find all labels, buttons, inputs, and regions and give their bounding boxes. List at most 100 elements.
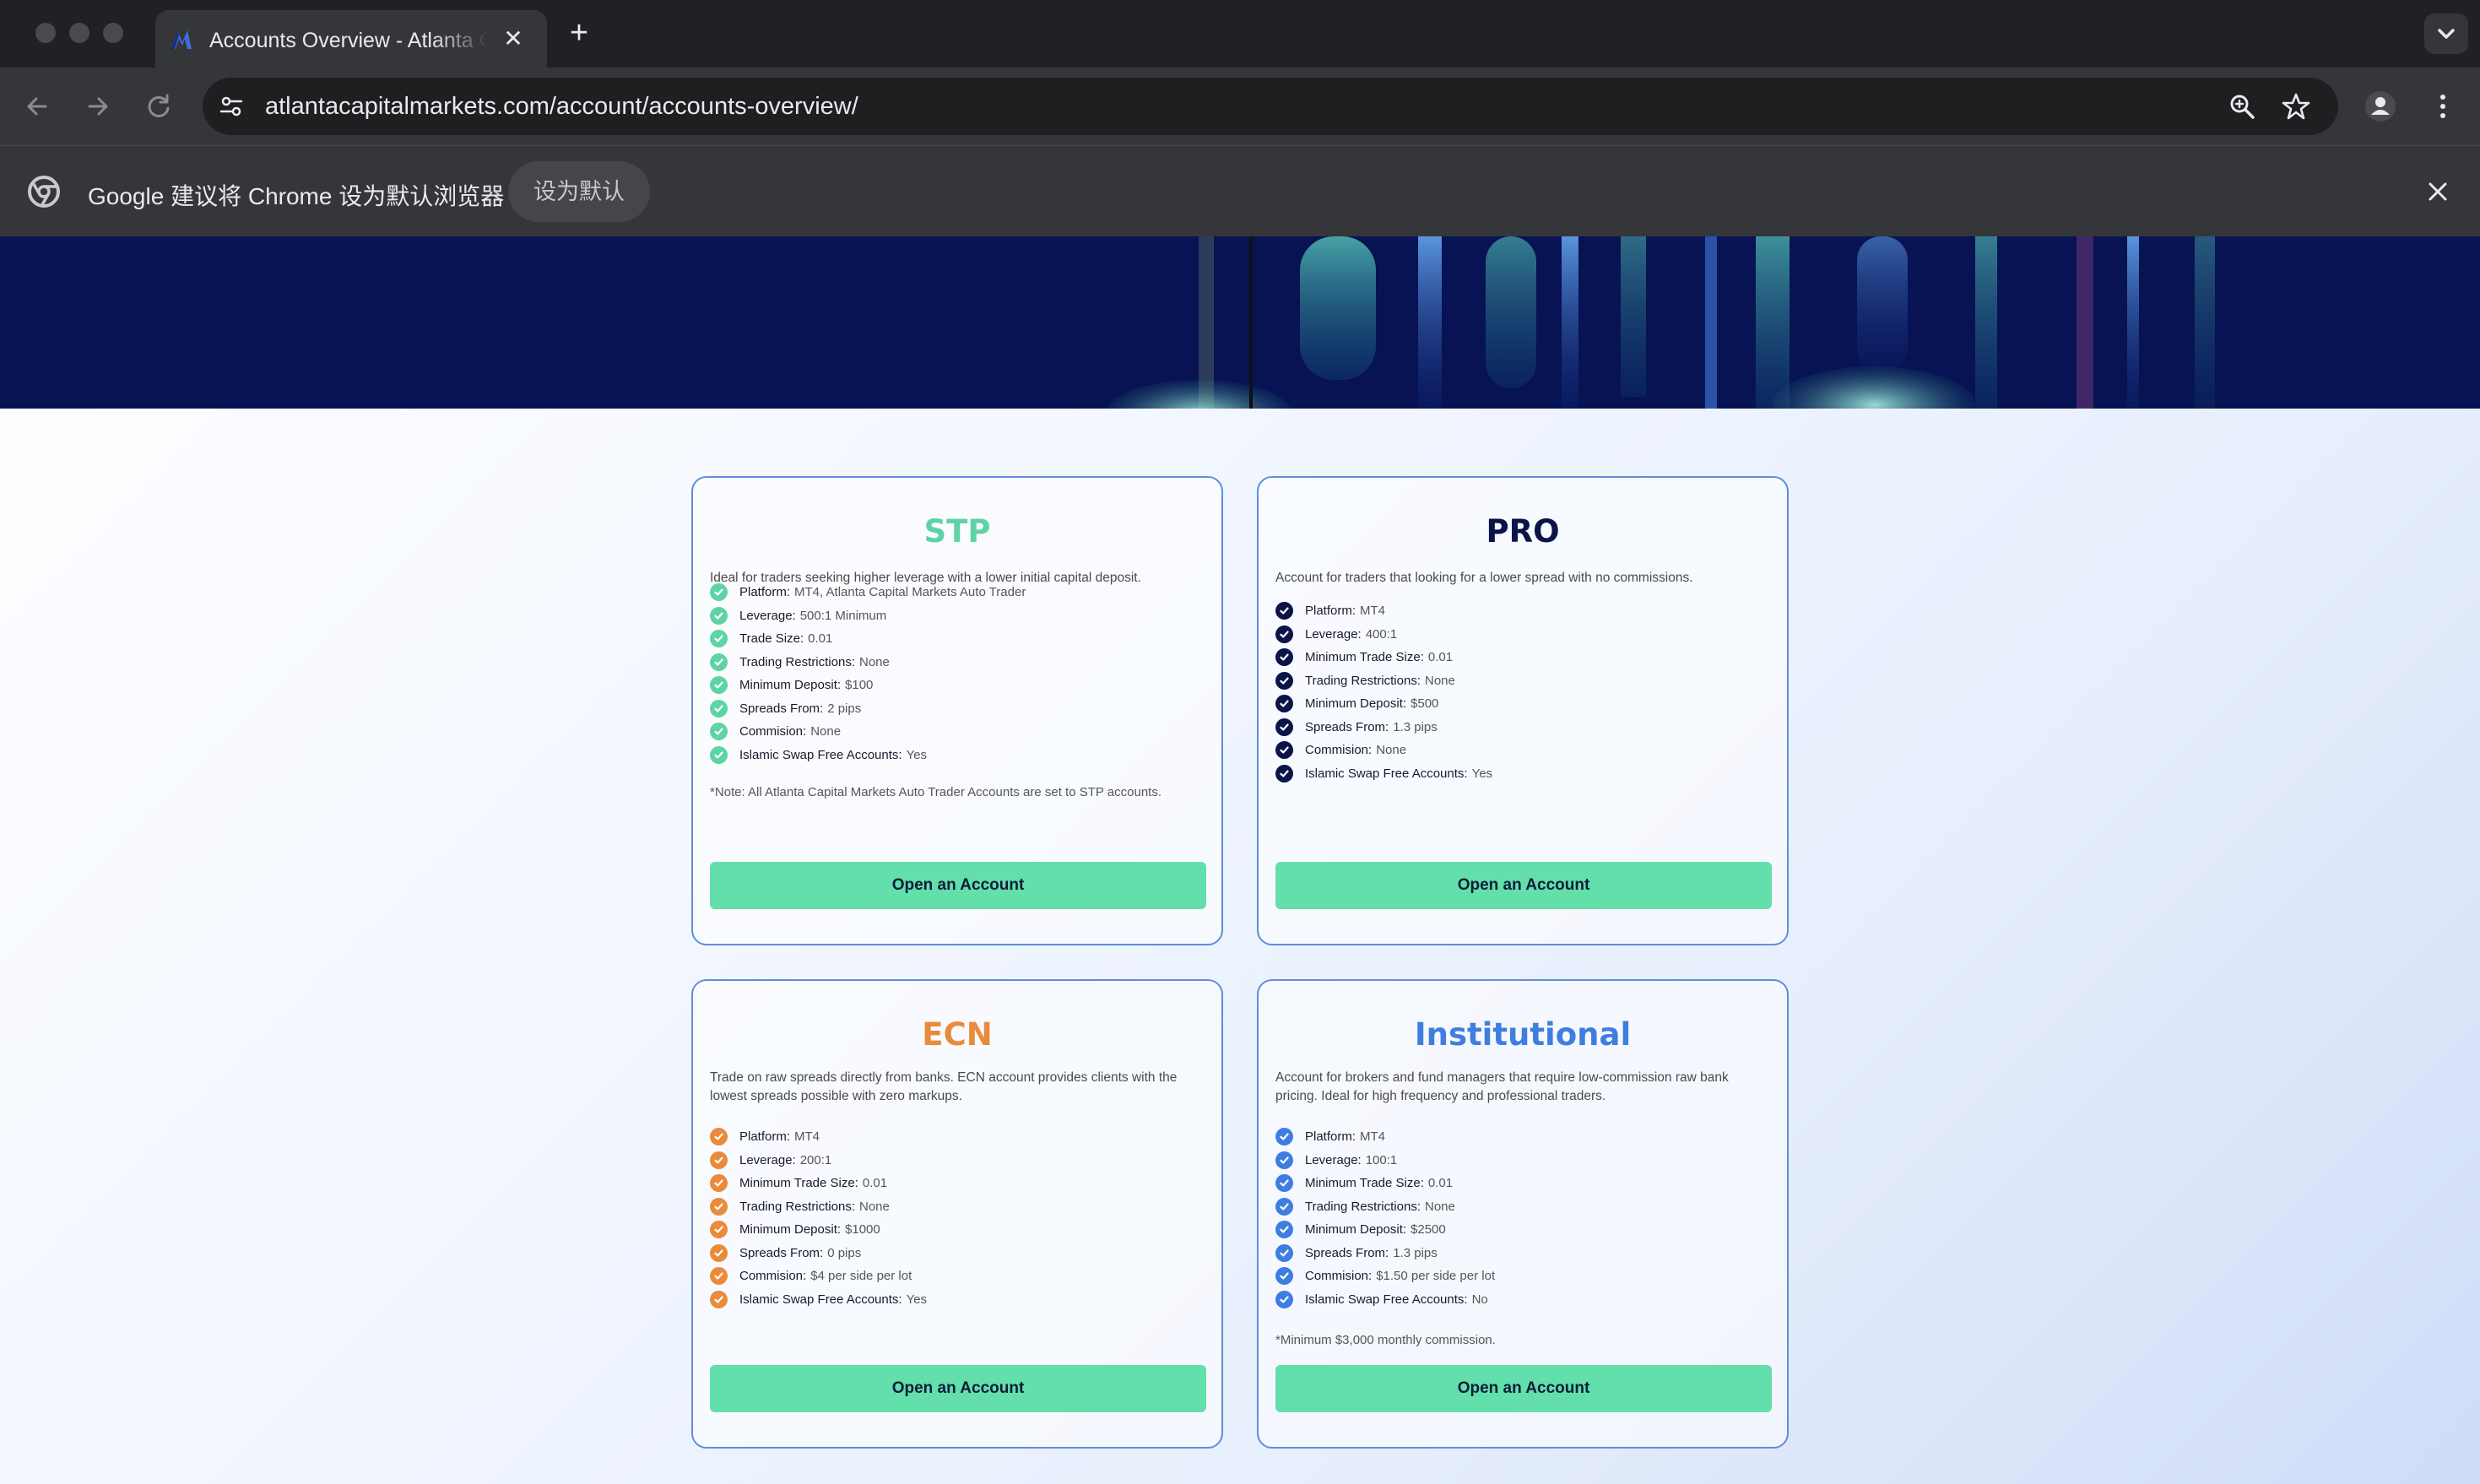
feature-item: Minimum Trade Size: 0.01 [710, 1172, 1208, 1195]
feature-value: 500:1 Minimum [799, 608, 887, 623]
tab-search-button[interactable] [2424, 14, 2468, 54]
feature-list: Platform: MT4 Leverage: 200:1 Minimum Trade … [710, 1125, 1208, 1311]
feature-label: Islamic Swap Free Accounts: [1305, 1292, 1468, 1307]
feature-value: 100:1 [1365, 1152, 1398, 1167]
checkmark-icon [710, 745, 728, 764]
tab-close-icon[interactable]: ✕ [500, 25, 527, 52]
active-tab[interactable]: Accounts Overview - Atlanta Capital Mark… [155, 10, 547, 68]
feature-item: Commision: None [710, 720, 1208, 744]
checkmark-icon [710, 1128, 728, 1146]
feature-value: 0.01 [1427, 650, 1454, 665]
feature-item: Platform: MT4 [1275, 599, 1773, 623]
site-favicon-icon [171, 30, 192, 49]
checkmark-icon [710, 583, 728, 602]
feature-label: Commision: [1305, 743, 1373, 758]
checkmark-icon [1275, 718, 1293, 736]
feature-label: Minimum Deposit: [1305, 1222, 1407, 1238]
feature-label: Platform: [739, 1129, 791, 1145]
feature-value: 0.01 [862, 1176, 888, 1191]
checkmark-icon [1275, 764, 1293, 783]
card-title: STP [923, 513, 991, 550]
feature-item: Leverage: 200:1 [710, 1149, 1208, 1173]
checkmark-icon [710, 723, 728, 741]
checkmark-icon [1275, 1290, 1293, 1308]
checkmark-icon [1275, 1128, 1293, 1146]
card-title: ECN [922, 1016, 993, 1053]
zoom-icon[interactable] [2227, 91, 2257, 122]
card-title: Institutional [1414, 1016, 1632, 1053]
feature-item: Platform: MT4 [1275, 1125, 1773, 1149]
feature-list: Platform: MT4 Leverage: 400:1 Minimum Trade … [1275, 599, 1773, 785]
checkmark-icon [1275, 602, 1293, 620]
feature-value: $1000 [845, 1222, 880, 1238]
feature-item: Trading Restrictions: None [710, 651, 1208, 674]
feature-value: 1.3 pips [1393, 1245, 1438, 1260]
checkmark-icon [1275, 648, 1293, 667]
window-zoom-dot[interactable] [103, 23, 123, 43]
feature-item: Minimum Deposit: $100 [710, 674, 1208, 697]
feature-value: $500 [1411, 696, 1439, 712]
checkmark-icon [710, 1290, 728, 1308]
feature-value: 2 pips [827, 701, 862, 716]
feature-value: None [1425, 673, 1455, 688]
feature-item: Islamic Swap Free Accounts: Yes [710, 744, 1208, 767]
feature-label: Trade Size: [739, 631, 804, 647]
feature-item: Islamic Swap Free Accounts: Yes [710, 1288, 1208, 1312]
infobar-message: Google 建议将 Chrome 设为默认浏览器 [88, 183, 505, 209]
feature-value: No [1471, 1292, 1488, 1307]
browser-toolbar: atlantacapitalmarkets.com/account/accoun… [0, 68, 2480, 145]
checkmark-icon [710, 1197, 728, 1216]
url-text[interactable]: atlantacapitalmarkets.com/account/accoun… [265, 93, 858, 121]
feature-item: Islamic Swap Free Accounts: Yes [1275, 762, 1773, 786]
profile-avatar-icon[interactable] [2364, 89, 2397, 123]
checkmark-icon [1275, 625, 1293, 643]
open-account-button[interactable]: Open an Account [1275, 1365, 1772, 1412]
pro-account-card: PRO Account for traders that looking for… [1257, 476, 1789, 945]
open-account-button[interactable]: Open an Account [1275, 862, 1772, 909]
open-account-button[interactable]: Open an Account [710, 862, 1206, 909]
checkmark-icon [710, 699, 728, 718]
feature-value: MT4 [1360, 604, 1386, 619]
checkmark-icon [710, 676, 728, 695]
feature-label: Islamic Swap Free Accounts: [1305, 766, 1468, 781]
feature-item: Commision: $4 per side per lot [710, 1265, 1208, 1288]
checkmark-icon [710, 653, 728, 671]
feature-value: None [1376, 743, 1407, 758]
feature-value: $2500 [1411, 1222, 1446, 1238]
infobar-close-icon[interactable] [2421, 175, 2455, 209]
feature-item: Islamic Swap Free Accounts: No [1275, 1288, 1773, 1312]
stp-account-card: STP Ideal for traders seeking higher lev… [691, 476, 1223, 945]
feature-label: Spreads From: [739, 1245, 824, 1260]
open-account-button[interactable]: Open an Account [710, 1365, 1206, 1412]
feature-value: 200:1 [799, 1152, 832, 1167]
feature-value: MT4 [794, 1129, 820, 1145]
feature-value: Yes [906, 747, 928, 762]
checkmark-icon [710, 1174, 728, 1193]
feature-value: 1.3 pips [1393, 719, 1438, 734]
bookmark-star-icon[interactable] [2281, 91, 2311, 122]
hero-background-image [0, 236, 2480, 409]
feature-label: Commision: [1305, 1269, 1373, 1284]
back-arrow-icon[interactable] [20, 89, 54, 123]
reload-icon[interactable] [142, 89, 176, 123]
address-bar[interactable]: atlantacapitalmarkets.com/account/accoun… [203, 78, 2338, 135]
checkmark-icon [1275, 1174, 1293, 1193]
new-tab-icon[interactable]: + [564, 17, 594, 49]
window-minimize-dot[interactable] [69, 23, 89, 43]
feature-value: MT4 [1360, 1129, 1386, 1145]
feature-item: Platform: MT4 [710, 1125, 1208, 1149]
ecn-account-card: ECN Trade on raw spreads directly from b… [691, 979, 1223, 1449]
feature-label: Trading Restrictions: [739, 654, 855, 669]
more-menu-icon[interactable] [2431, 89, 2455, 123]
feature-value: MT4, Atlanta Capital Markets Auto Trader [794, 585, 1026, 600]
feature-item: Minimum Trade Size: 0.01 [1275, 1172, 1773, 1195]
site-info-icon[interactable] [218, 93, 245, 120]
forward-arrow-icon[interactable] [81, 89, 115, 123]
set-default-button[interactable]: 设为默认 [508, 161, 650, 222]
feature-label: Leverage: [1305, 1152, 1362, 1167]
feature-value: $1.50 per side per lot [1376, 1269, 1496, 1284]
feature-item: Commision: None [1275, 739, 1773, 762]
window-close-dot[interactable] [35, 23, 56, 43]
checkmark-icon [1275, 741, 1293, 760]
checkmark-icon [1275, 1197, 1293, 1216]
